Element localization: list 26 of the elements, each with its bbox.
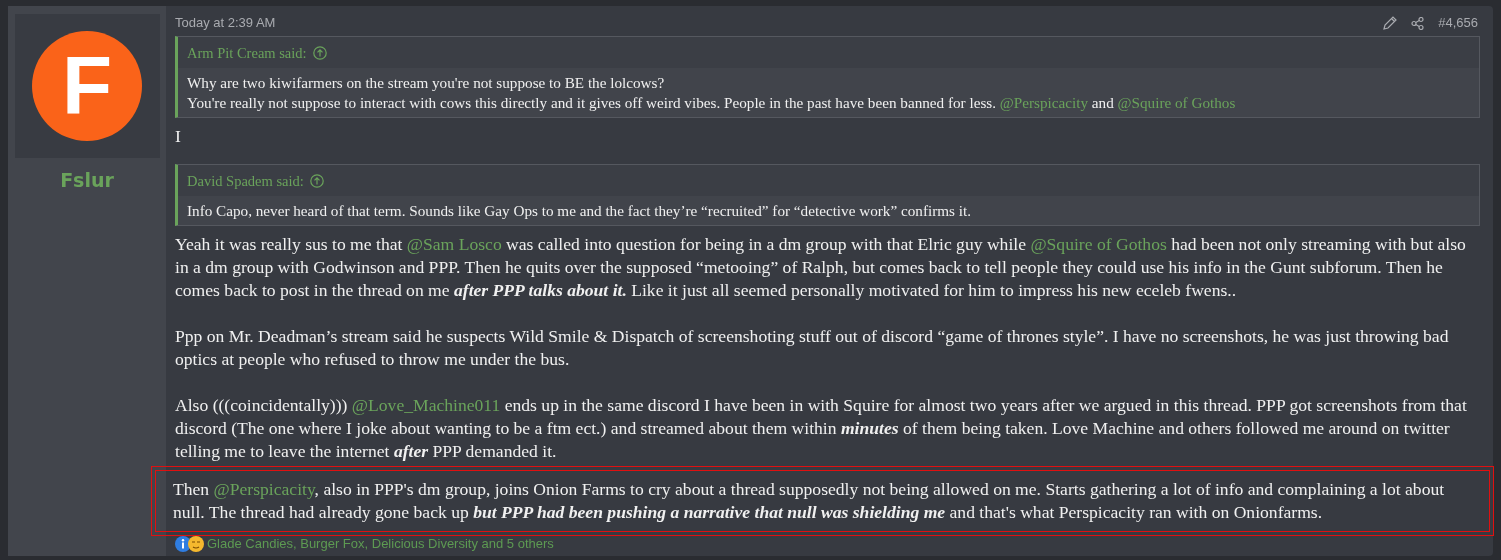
post-number-link[interactable]: #4,656 — [1438, 13, 1478, 33]
post-paragraph: Then @Perspicacity, also in PPP's dm group, joins Onion Farms to cry about a thread supposedly not being allowed on me. Starts gathering a lot of info and complaining a lot about null. The thread had already gone back up but PPP had been pushing a narrative that null was shielding me and that's what Perspicacity ran with on Onionfarms. — [173, 478, 1446, 524]
user-mention-link[interactable]: @Perspicacity — [999, 94, 1089, 111]
user-mention-link[interactable]: @Squire of Gothos — [1030, 234, 1167, 254]
post-paragraph: Yeah it was really sus to me that @Sam Losco was called into question for being in a dm group with that Elric guy while @Squire of Gothos had been not only streaming with but also in a dm group with Godwinson and PPP. Then he quits over the supposed “metooing” of Ralph, but comes back to tell people they could use his info in the Gunt subforum. Then he comes back to post in the thread on me after PPP talks about it. Like it just all seemed personally motivated for him to impress his new eceleb fwens.. — [175, 233, 1467, 302]
post-timestamp[interactable]: Today at 2:39 AM — [175, 13, 276, 33]
arrow-up-circle-icon[interactable] — [312, 46, 327, 60]
emoji-icon[interactable] — [188, 535, 204, 552]
quote-author-link[interactable]: David Spadem said: — [187, 170, 304, 192]
post-paragraph: Also (((coincidentally))) @Love_Machine011 ends up in the same discord I have been in with Squire for almost two years after we argued in this thread. PPP got screenshots from that discord (The one where I joke about wanting to be a ftm ect.) and streamed about them within minutes of them being taken. Love Machine and others followed me around on twitter telling me to leave the internet after PPP demanded it. — [175, 394, 1468, 463]
user-mention-link[interactable]: @Perspicacity — [213, 479, 315, 499]
pencil-icon[interactable] — [1383, 16, 1398, 30]
quote-text: Why are two kiwifarmers on the stream you're not suppose to BE the lolcows? — [187, 73, 665, 93]
quote-text: You're really not suppose to interact with cows this directly and it gives off weird vibes. People in the past have been banned for less. @Perspicacity and @Squire of Gothos — [187, 93, 1236, 113]
quote-author-link[interactable]: Arm Pit Cream said: — [187, 42, 307, 64]
post-paragraph: I — [175, 125, 182, 148]
user-mention-link[interactable]: @Squire of Gothos — [1117, 94, 1236, 111]
arrow-up-circle-icon[interactable] — [309, 174, 324, 188]
user-mention-link[interactable]: @Sam Losco — [406, 234, 502, 254]
username-link[interactable]: Fslur — [60, 166, 114, 195]
post-paragraph: Ppp on Mr. Deadman’s stream said he suspects Wild Smile & Dispatch of screenshoting stuff out of discord “game of thrones style”. I have no screenshots, he was just throwing bad optics at people who refused to throw me under the bus. — [175, 325, 1450, 371]
reactions-link[interactable]: Glade Candies, Burger Fox, Delicious Diversity and 5 others — [207, 534, 554, 554]
quote-text: Info Capo, never heard of that term. Sounds like Gay Ops to me and the fact they’re “recruited” for “detective work” confirms it. — [187, 201, 971, 221]
user-mention-link[interactable]: @Love_Machine011 — [351, 395, 501, 415]
avatar[interactable]: F — [32, 31, 142, 141]
share-icon[interactable] — [1411, 16, 1425, 30]
